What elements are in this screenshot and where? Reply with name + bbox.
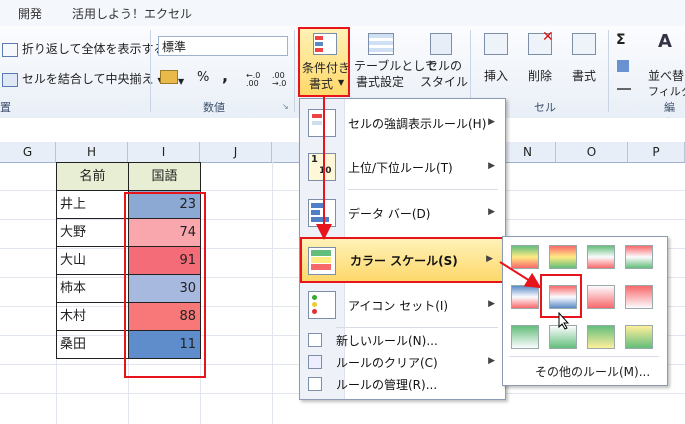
mouse-cursor-icon	[558, 311, 570, 333]
arrow-to-swatch	[499, 261, 542, 289]
annotation-arrows	[316, 97, 542, 289]
